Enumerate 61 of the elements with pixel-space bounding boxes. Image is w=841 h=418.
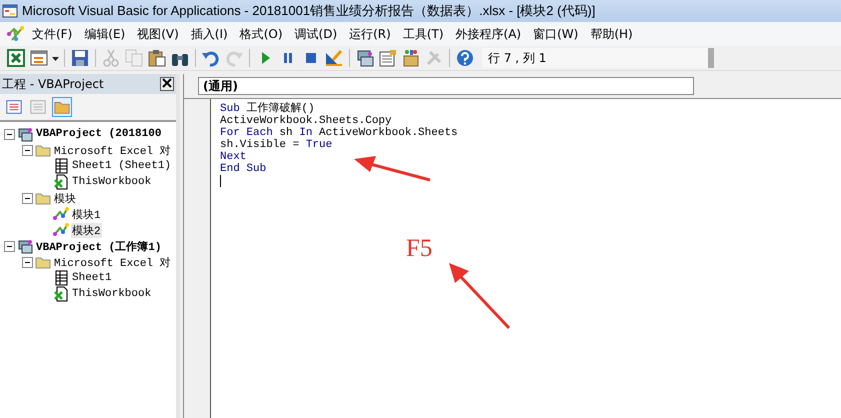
design-icon[interactable] (324, 48, 344, 68)
toolbox-icon[interactable] (401, 48, 421, 68)
project-explorer-icon[interactable] (355, 48, 375, 68)
tree-item[interactable]: Sheet1 (Sheet1) (71, 160, 172, 172)
sheet-icon (53, 158, 69, 174)
excel-icon[interactable] (6, 48, 26, 68)
code-line: Sub 工作簿破解() (220, 103, 316, 115)
object-dropdown[interactable]: (通用) (198, 77, 694, 95)
tree-item[interactable]: ThisWorkbook (71, 288, 152, 300)
tree-item[interactable]: Microsoft Excel 对 (53, 254, 172, 270)
code-line: For Each sh In ActiveWorkbook.Sheets (220, 127, 458, 139)
tree-item[interactable]: 模块2 (71, 222, 102, 238)
project-icon (17, 126, 33, 142)
paste-icon[interactable] (147, 48, 167, 68)
module-icon (53, 222, 69, 238)
arrow (447, 261, 512, 331)
collapse-icon[interactable] (22, 256, 33, 268)
sheet-icon (53, 270, 69, 286)
collapse-icon[interactable] (4, 240, 15, 252)
window-title: Microsoft Visual Basic for Applications - 20181001销售业绩分析报告（数据表）.xlsx - [模块2 (代码)] (22, 2, 596, 20)
menu-item[interactable]: 帮助(H) (584, 24, 639, 44)
position-indicator: 行 7 , 列 1 (482, 48, 714, 68)
project-icon (17, 238, 33, 254)
menu-item[interactable]: 文件(F) (26, 24, 78, 44)
collapse-icon[interactable] (4, 128, 15, 140)
menu-item[interactable]: 调试(D) (288, 24, 344, 44)
menu-item[interactable]: 格式(O) (234, 24, 289, 44)
code-line: End Sub (220, 163, 268, 175)
help-icon[interactable] (455, 48, 475, 68)
text-cursor (220, 175, 221, 187)
tree-item[interactable]: VBAProject (工作簿1) (35, 238, 162, 254)
tree-item[interactable]: 模块1 (71, 206, 102, 222)
close-icon (162, 78, 172, 88)
collapse-icon[interactable] (22, 144, 33, 156)
menu-item[interactable]: 运行(R) (343, 24, 397, 44)
code-line: ActiveWorkbook.Sheets.Copy (220, 115, 393, 127)
workbook-icon (53, 286, 69, 302)
menu-item[interactable]: 窗口(W) (527, 24, 584, 44)
panel-title: 工程 - VBAProject (2, 76, 104, 92)
workbook-icon (53, 174, 69, 190)
properties-icon[interactable] (378, 48, 398, 68)
tree-item[interactable]: Microsoft Excel 对 (53, 142, 172, 158)
close-button[interactable] (160, 77, 174, 91)
menu-item[interactable]: 插入(I) (184, 24, 234, 44)
tree-item[interactable]: Sheet1 (71, 272, 113, 284)
vba-icon (6, 25, 26, 43)
save-icon[interactable] (70, 48, 90, 68)
menu-item[interactable]: 视图(V) (131, 24, 185, 44)
module-icon (53, 206, 69, 222)
menu-item[interactable]: 外接程序(A) (450, 24, 528, 44)
form-icon[interactable] (29, 48, 49, 68)
app-icon (2, 3, 18, 19)
collapse-icon[interactable] (22, 192, 33, 204)
tree-item[interactable]: VBAProject (2018100 (35, 128, 162, 140)
annotation-label: F5 (406, 235, 432, 263)
tree-item[interactable]: ThisWorkbook (71, 176, 152, 188)
menu-item[interactable]: 工具(T) (396, 24, 450, 44)
code-line: sh.Visible = True (220, 139, 334, 151)
code-line: Next (220, 151, 248, 163)
menu-item[interactable]: 编辑(E) (78, 24, 132, 44)
tree-item[interactable]: 模块 (53, 190, 77, 206)
